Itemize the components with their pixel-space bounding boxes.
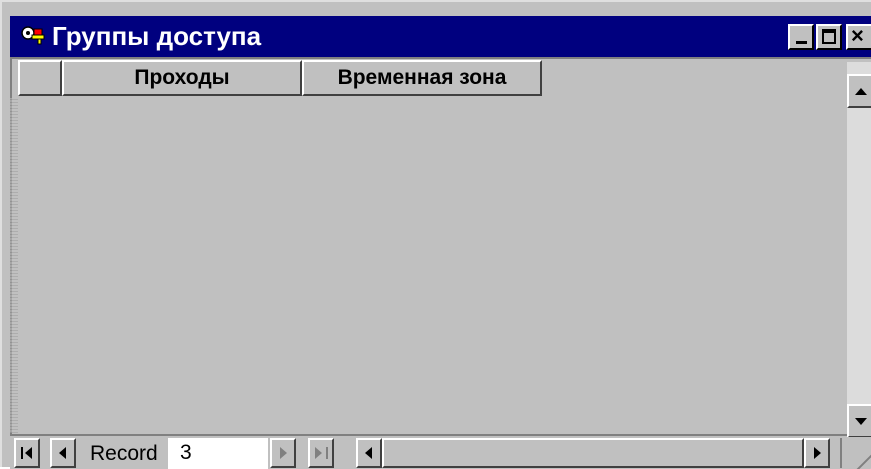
- select-all-cell[interactable]: [18, 60, 62, 96]
- first-record-arrow-icon: [25, 447, 32, 459]
- prev-record-icon: [59, 447, 66, 459]
- record-label: Record: [90, 442, 158, 465]
- resize-grip-icon[interactable]: [847, 437, 871, 469]
- scroll-left-button[interactable]: [356, 438, 382, 468]
- maximize-button[interactable]: [816, 24, 842, 50]
- minimize-button[interactable]: [788, 24, 814, 50]
- window-title: Группы доступа: [52, 21, 262, 51]
- app-keys-icon: [21, 26, 45, 45]
- next-record-icon: [280, 447, 287, 459]
- arrow-right-icon: [814, 447, 821, 459]
- column-header-time-zone[interactable]: Временная зона: [302, 60, 542, 96]
- prev-record-button[interactable]: [50, 438, 76, 468]
- title-bar[interactable]: Группы доступа ×: [10, 16, 871, 57]
- last-record-button[interactable]: [308, 438, 334, 468]
- scroll-down-button[interactable]: [847, 404, 871, 438]
- first-record-button[interactable]: [14, 438, 40, 468]
- arrow-down-icon: [855, 418, 867, 425]
- scroll-right-button[interactable]: [804, 438, 830, 468]
- next-record-button[interactable]: [270, 438, 296, 468]
- close-icon: ×: [851, 23, 864, 48]
- arrow-up-icon: [855, 88, 867, 95]
- vertical-scrollbar[interactable]: [847, 62, 871, 438]
- scroll-up-button[interactable]: [847, 74, 871, 108]
- close-button[interactable]: ×: [846, 24, 871, 50]
- last-record-icon: [315, 447, 322, 459]
- divider: [840, 438, 842, 468]
- record-selector-strip: [10, 98, 18, 433]
- last-record-bar-icon: [326, 447, 328, 459]
- datasheet-area[interactable]: [10, 57, 871, 469]
- arrow-left-icon: [365, 447, 372, 459]
- column-header-passages[interactable]: Проходы: [62, 60, 302, 96]
- record-number-input[interactable]: 3: [168, 438, 268, 469]
- access-groups-window: Группы доступа × Проходы Временная зона …: [0, 0, 871, 469]
- first-record-icon: [21, 447, 23, 459]
- horizontal-scrollbar[interactable]: [382, 438, 804, 468]
